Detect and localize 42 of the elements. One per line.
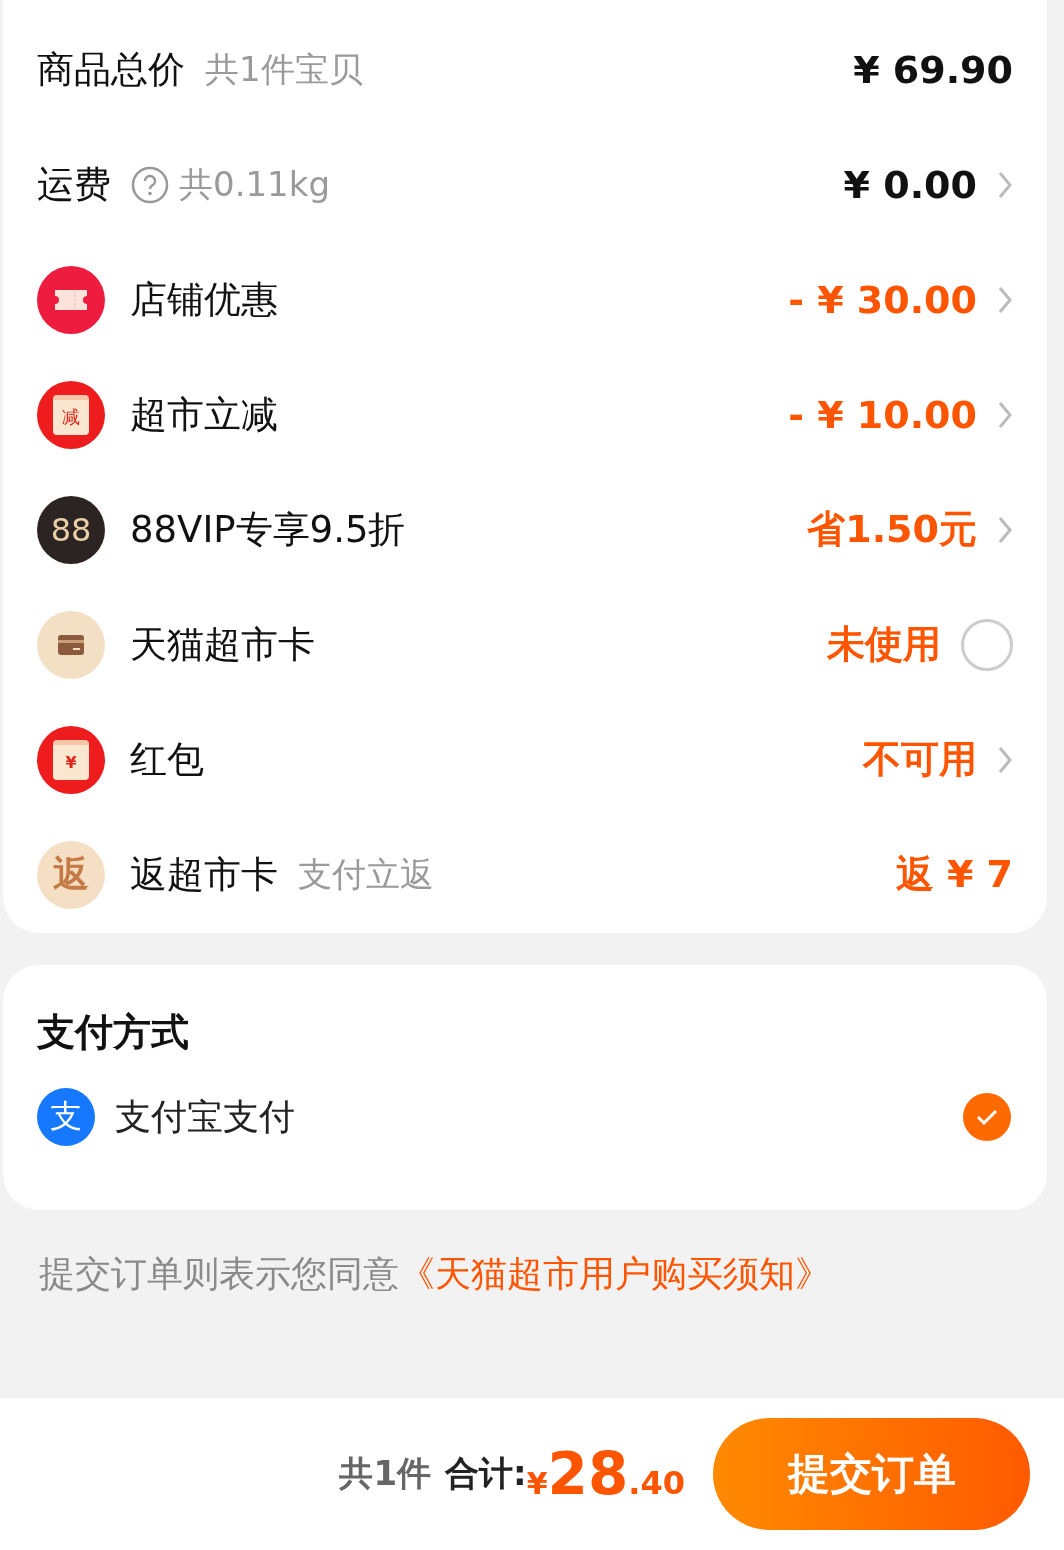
row-value: - ¥ 30.00 (788, 277, 977, 322)
chevron-icon[interactable] (997, 744, 1013, 775)
discount-icon: 减 (37, 380, 105, 449)
row-value: 省1.50元 (807, 506, 977, 553)
row-label: 天猫超市卡 (130, 621, 315, 668)
envelope-icon: ¥ (37, 725, 105, 794)
row-value: ¥ 0.00 (843, 162, 977, 207)
checkmark-icon[interactable] (963, 1093, 1011, 1141)
rebate-icon: 返 (37, 840, 105, 909)
row-note: 共1件宝贝 (205, 47, 363, 91)
row-value: 返 ¥ 7 (895, 851, 1013, 898)
row-label: 返超市卡 (130, 851, 278, 898)
alipay-icon: 支 (37, 1088, 95, 1146)
chevron-icon[interactable] (997, 169, 1013, 200)
row-label: 超市立减 (130, 391, 278, 438)
vip-icon: 88 (37, 495, 105, 564)
row-value: 未使用 (827, 621, 941, 668)
total-amount: ¥28.40 (526, 1440, 685, 1508)
section-title: 支付方式 (37, 1009, 190, 1055)
payment-method-label: 支付宝支付 (115, 1094, 295, 1139)
row-note: 支付立返 (298, 852, 434, 896)
chevron-icon[interactable] (997, 514, 1013, 545)
coupon-icon (37, 265, 105, 334)
card-icon (37, 610, 105, 679)
row-label: 商品总价 (37, 46, 185, 93)
item-count: 共1件 (339, 1452, 432, 1495)
chevron-icon[interactable] (997, 284, 1013, 315)
row-label: 运费 (37, 161, 111, 208)
row-value: - ¥ 10.00 (788, 392, 977, 437)
submit-order-button[interactable]: 提交订单 (713, 1418, 1030, 1530)
chevron-icon[interactable] (997, 399, 1013, 430)
help-icon[interactable] (131, 165, 169, 204)
total-label: 合计: (445, 1452, 527, 1495)
row-label: 红包 (130, 736, 204, 783)
agreement-text: 提交订单则表示您同意《天猫超市用户购买须知》 (38, 1252, 832, 1296)
row-note: 共0.11kg (179, 162, 330, 206)
row-label: 88VIP专享9.5折 (130, 506, 406, 553)
terms-link[interactable]: 《天猫超市用户购买须知》 (399, 1253, 831, 1294)
radio-button[interactable] (961, 618, 1013, 671)
row-value: ¥ 69.90 (853, 47, 1013, 92)
row-label: 店铺优惠 (130, 276, 278, 323)
row-value: 不可用 (863, 736, 977, 783)
